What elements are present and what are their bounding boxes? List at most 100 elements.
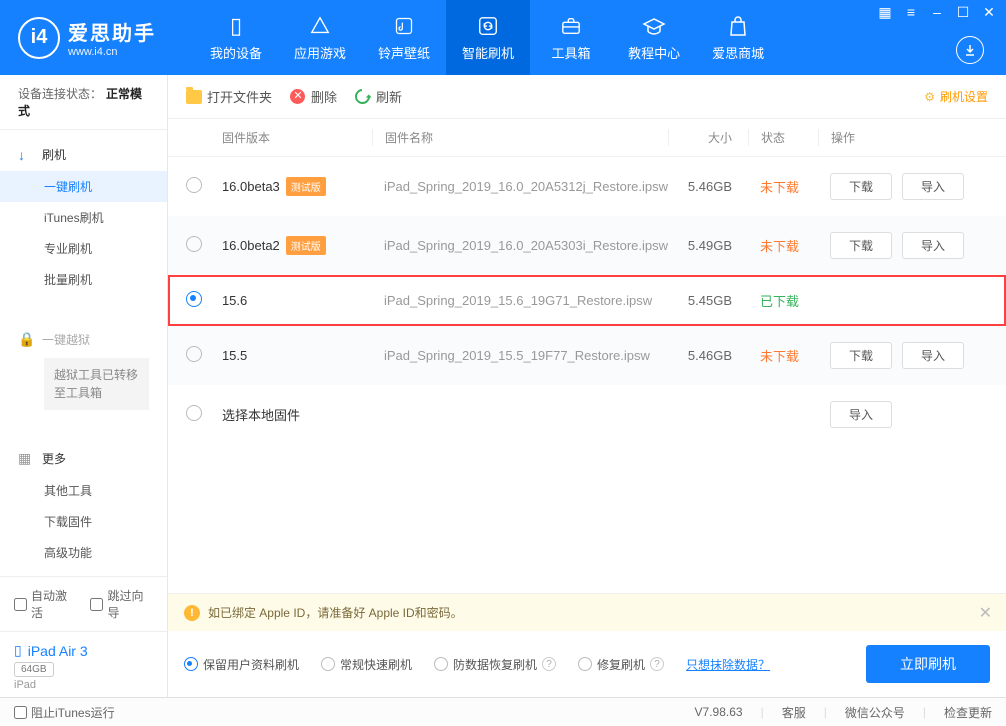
maximize-icon[interactable]: ☐ <box>954 4 972 21</box>
delete-icon: ✕ <box>290 89 305 104</box>
nav-toolbox[interactable]: 工具箱 <box>530 0 612 75</box>
import-button[interactable]: 导入 <box>902 232 964 259</box>
firmware-status: 未下载 <box>748 346 818 365</box>
import-button[interactable]: 导入 <box>902 342 964 369</box>
sidebar-item-itunes[interactable]: iTunes刷机 <box>0 202 167 233</box>
sidebar-flash-group[interactable]: ↓ 刷机 <box>0 138 167 171</box>
version-text: 15.6 <box>222 293 247 308</box>
app-name: 爱思助手 <box>68 17 156 46</box>
close-icon[interactable]: ✕ <box>980 4 998 21</box>
import-button[interactable]: 导入 <box>830 401 892 428</box>
auto-activate-checkbox[interactable]: 自动激活 <box>14 587 76 621</box>
flash-settings-button[interactable]: ⚙刷机设置 <box>924 88 988 105</box>
download-button[interactable]: 下载 <box>830 173 892 200</box>
radio-icon[interactable] <box>186 236 202 252</box>
sidebar-item-oneclick[interactable]: 一键刷机 <box>0 171 167 202</box>
group-label: 刷机 <box>42 146 66 163</box>
radio-icon <box>321 657 335 671</box>
footer: 阻止iTunes运行 V7.98.63 | 客服 | 微信公众号 | 检查更新 <box>0 697 1006 726</box>
bag-icon <box>728 13 748 39</box>
group-label: 一键越狱 <box>42 331 90 348</box>
nav-label: 教程中心 <box>628 43 680 62</box>
jailbreak-notice: 越狱工具已转移至工具箱 <box>44 358 149 410</box>
import-button[interactable]: 导入 <box>902 173 964 200</box>
nav-tutorials[interactable]: 教程中心 <box>612 0 696 75</box>
local-firmware-row[interactable]: 选择本地固件 导入 <box>168 385 1006 444</box>
logo-icon: i4 <box>18 17 60 59</box>
nav-apps[interactable]: 应用游戏 <box>278 0 362 75</box>
skip-guide-checkbox[interactable]: 跳过向导 <box>90 587 152 621</box>
opt-normal[interactable]: 常规快速刷机 <box>321 656 412 673</box>
radio-icon[interactable] <box>186 291 202 307</box>
sidebar-item-download[interactable]: 下载固件 <box>0 506 167 537</box>
service-link[interactable]: 客服 <box>782 704 806 721</box>
block-itunes-checkbox[interactable]: 阻止iTunes运行 <box>14 704 115 721</box>
radio-icon <box>434 657 448 671</box>
update-link[interactable]: 检查更新 <box>944 704 992 721</box>
opt-keep-data[interactable]: 保留用户资料刷机 <box>184 656 299 673</box>
firmware-row[interactable]: 15.5iPad_Spring_2019_15.5_19F77_Restore.… <box>168 326 1006 385</box>
app-url: www.i4.cn <box>68 46 156 58</box>
erase-link[interactable]: 只想抹除数据？ <box>686 656 770 673</box>
download-button[interactable]: 下载 <box>830 342 892 369</box>
sidebar-item-advanced[interactable]: 高级功能 <box>0 537 167 568</box>
sidebar-item-pro[interactable]: 专业刷机 <box>0 233 167 264</box>
firmware-status: 已下载 <box>748 291 818 310</box>
nav-flash[interactable]: 智能刷机 <box>446 0 530 75</box>
help-icon[interactable]: ? <box>542 657 556 671</box>
nav-label: 我的设备 <box>210 43 262 62</box>
radio-icon[interactable] <box>186 346 202 362</box>
graduation-icon <box>642 13 666 39</box>
device-name: ▯ iPad Air 3 <box>14 642 153 659</box>
radio-icon[interactable] <box>186 405 202 421</box>
download-button[interactable]: 下载 <box>830 232 892 259</box>
firmware-row[interactable]: 16.0beta2测试版iPad_Spring_2019_16.0_20A530… <box>168 216 1006 275</box>
device-status: 设备连接状态：正常模式 <box>0 75 167 130</box>
sidebar-jailbreak-group: 🔒 一键越狱 <box>0 323 167 356</box>
device-info[interactable]: ▯ iPad Air 3 64GB iPad <box>0 631 167 701</box>
open-folder-button[interactable]: 打开文件夹 <box>186 87 272 106</box>
sidebar-item-other[interactable]: 其他工具 <box>0 475 167 506</box>
sidebar-more-group[interactable]: ▦ 更多 <box>0 442 167 475</box>
version-text: 16.0beta2 <box>222 238 280 253</box>
minimize-icon[interactable]: – <box>928 4 946 21</box>
opt-repair[interactable]: 修复刷机? <box>578 656 664 673</box>
refresh-square-icon <box>477 13 499 39</box>
refresh-button[interactable]: 刷新 <box>355 87 402 106</box>
firmware-size: 5.49GB <box>668 238 748 253</box>
flash-now-button[interactable]: 立即刷机 <box>866 645 990 683</box>
firmware-row[interactable]: 16.0beta3测试版iPad_Spring_2019_16.0_20A531… <box>168 157 1006 216</box>
delete-button[interactable]: ✕删除 <box>290 87 337 106</box>
local-label: 选择本地固件 <box>222 405 372 424</box>
logo-text: 爱思助手 www.i4.cn <box>68 17 156 58</box>
list-icon[interactable]: ≡ <box>902 4 920 21</box>
download-button[interactable] <box>956 36 984 64</box>
beta-badge: 测试版 <box>286 236 326 255</box>
opt-anti-recovery[interactable]: 防数据恢复刷机? <box>434 656 556 673</box>
header-name: 固件名称 <box>372 129 668 146</box>
wechat-link[interactable]: 微信公众号 <box>845 704 905 721</box>
gear-icon: ⚙ <box>924 90 935 104</box>
logo: i4 爱思助手 www.i4.cn <box>0 0 174 75</box>
sidebar-item-batch[interactable]: 批量刷机 <box>0 264 167 295</box>
nav-my-device[interactable]: ▯ 我的设备 <box>194 0 278 75</box>
firmware-status: 未下载 <box>748 177 818 196</box>
nav-label: 应用游戏 <box>294 43 346 62</box>
firmware-table: 16.0beta3测试版iPad_Spring_2019_16.0_20A531… <box>168 157 1006 444</box>
sidebar: 设备连接状态：正常模式 ↓ 刷机 一键刷机 iTunes刷机 专业刷机 批量刷机… <box>0 75 168 697</box>
firmware-size: 5.46GB <box>668 179 748 194</box>
radio-icon[interactable] <box>186 177 202 193</box>
app-header: i4 爱思助手 www.i4.cn ▯ 我的设备 应用游戏 铃声壁纸 智能刷机 … <box>0 0 1006 75</box>
firmware-size: 5.45GB <box>668 293 748 308</box>
firmware-row[interactable]: 15.6iPad_Spring_2019_15.6_19G71_Restore.… <box>168 275 1006 326</box>
firmware-name: iPad_Spring_2019_16.0_20A5312j_Restore.i… <box>372 179 668 194</box>
nav-store[interactable]: 爱思商城 <box>696 0 780 75</box>
nav-ringtones[interactable]: 铃声壁纸 <box>362 0 446 75</box>
menu-icon[interactable]: ▦ <box>876 4 894 21</box>
flash-options: 保留用户资料刷机 常规快速刷机 防数据恢复刷机? 修复刷机? 只想抹除数据？ 立… <box>168 631 1006 697</box>
version-text: 15.5 <box>222 348 247 363</box>
close-notice-button[interactable]: ✕ <box>979 603 992 623</box>
header-size: 大小 <box>668 129 748 146</box>
help-icon[interactable]: ? <box>650 657 664 671</box>
refresh-icon <box>352 86 373 107</box>
